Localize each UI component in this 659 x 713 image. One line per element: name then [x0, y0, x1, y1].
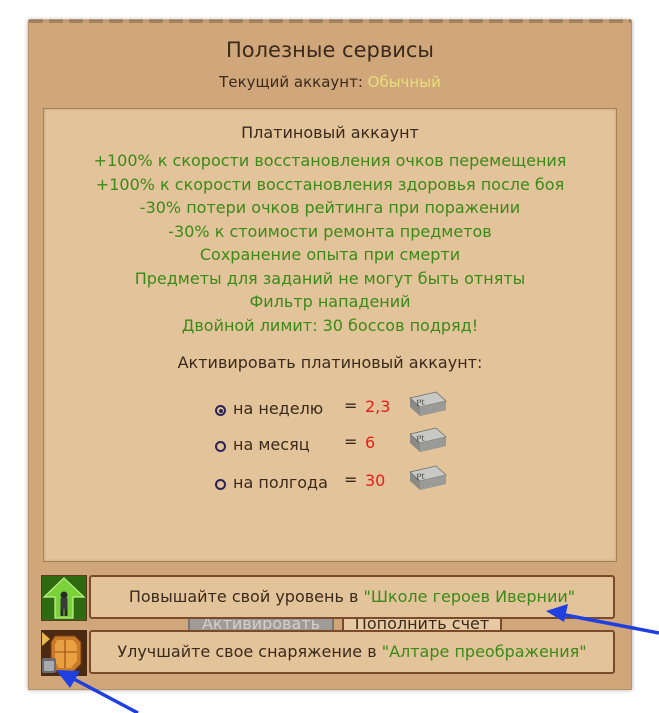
annotation-arrow-school [546, 604, 659, 635]
annotation-arrow-armor [56, 670, 139, 713]
annotation-arrows [56, 604, 659, 713]
